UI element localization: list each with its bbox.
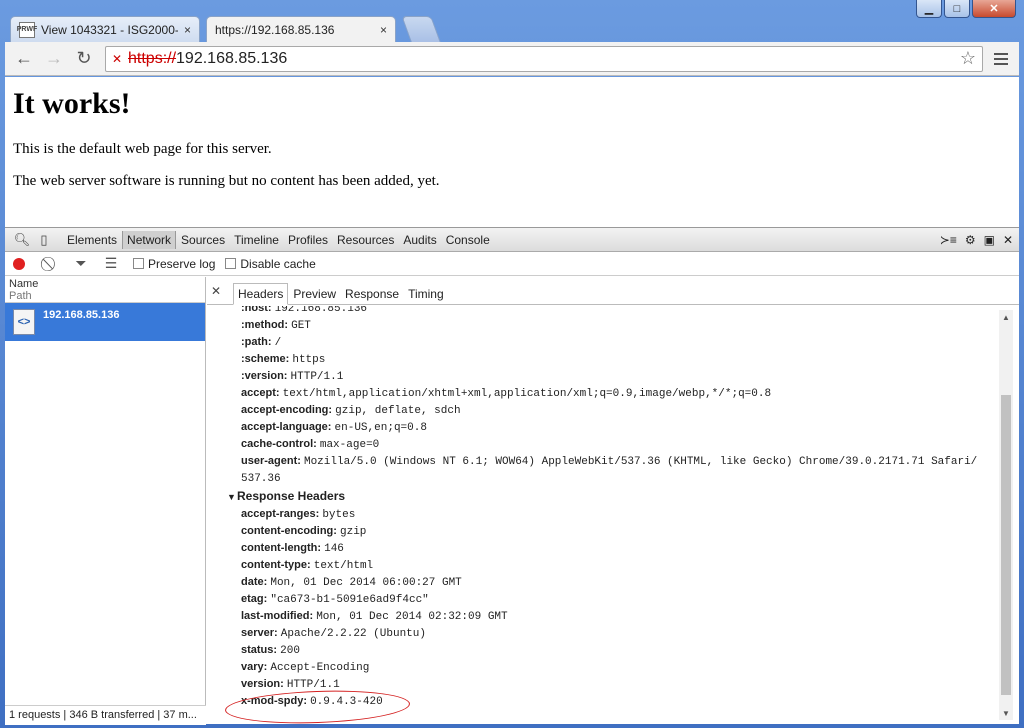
col-name-label: Name xyxy=(9,278,39,290)
close-devtools-icon[interactable]: ✕ xyxy=(1003,233,1013,247)
tab-title: View 1043321 - ISG2000-id xyxy=(41,22,178,37)
request-name: 192.168.85.136 xyxy=(43,309,120,321)
page-paragraph-2: The web server software is running but n… xyxy=(13,173,440,189)
header-row: status: 200 xyxy=(241,644,300,657)
disclosure-triangle-icon[interactable]: ▼ xyxy=(227,488,237,507)
header-row: user-agent: Mozilla/5.0 (Windows NT 6.1;… xyxy=(241,455,978,468)
tab-elements[interactable]: Elements xyxy=(63,231,121,249)
header-row: content-type: text/html xyxy=(241,559,374,572)
tab-view-1043321[interactable]: PRWF View 1043321 - ISG2000-id × xyxy=(10,16,200,42)
page-content: It works! This is the default web page f… xyxy=(5,77,1019,227)
tab-timing[interactable]: Timing xyxy=(404,284,448,304)
header-row: last-modified: Mon, 01 Dec 2014 02:32:09… xyxy=(241,610,508,623)
header-row: :version: HTTP/1.1 xyxy=(241,370,344,383)
header-row: :host: 192.168.85.136 xyxy=(241,306,368,315)
tab-preview[interactable]: Preview xyxy=(289,284,340,304)
response-headers-section[interactable]: ▼Response Headers xyxy=(227,487,997,506)
url-protocol: https:// xyxy=(128,49,177,67)
devtools-tab-bar: 🔍︎ ▯ Elements Network Sources Timeline P… xyxy=(5,228,1019,252)
url-host: 192.168.85.136 xyxy=(176,49,288,67)
header-row: server: Apache/2.2.22 (Ubuntu) xyxy=(241,627,426,640)
new-tab-button[interactable] xyxy=(401,16,441,42)
browser-window: ▁ □ ✕ PRWF View 1043321 - ISG2000-id × h… xyxy=(0,0,1024,728)
dock-side-icon[interactable]: ▣ xyxy=(984,233,995,247)
page-heading: It works! xyxy=(13,87,131,120)
reload-button[interactable]: ↻ xyxy=(71,46,97,72)
tab-timeline[interactable]: Timeline xyxy=(230,231,283,249)
tab-response[interactable]: Response xyxy=(341,284,403,304)
name-column-header[interactable]: Name Path xyxy=(5,277,205,303)
inspect-search-icon[interactable]: 🔍︎ xyxy=(11,230,33,250)
insecure-lock-icon[interactable]: ✕ xyxy=(112,52,126,66)
maximize-button[interactable]: □ xyxy=(944,0,970,18)
tab-headers[interactable]: Headers xyxy=(233,283,289,305)
header-row: content-encoding: gzip xyxy=(241,525,367,538)
console-drawer-icon[interactable]: ≻≡ xyxy=(940,233,957,247)
forward-button[interactable]: → xyxy=(41,46,67,72)
header-row: etag: "ca673-b1-5091e6ad9f4cc" xyxy=(241,593,429,606)
clear-icon[interactable]: ⃠ xyxy=(43,256,59,272)
header-row: accept: text/html,application/xhtml+xml,… xyxy=(241,387,772,400)
back-button[interactable]: ← xyxy=(11,46,37,72)
tab-console[interactable]: Console xyxy=(442,231,494,249)
tab-https-192-168-85-136[interactable]: https://192.168.85.136 × xyxy=(206,16,396,116)
disable-cache-checkbox[interactable] xyxy=(225,258,237,269)
header-row: content-length: 146 xyxy=(241,542,344,555)
header-row: cache-control: max-age=0 xyxy=(241,438,380,451)
tab-audits[interactable]: Audits xyxy=(399,231,440,249)
tab-resources[interactable]: Resources xyxy=(333,231,398,249)
disable-cache-label: Disable cache xyxy=(240,256,316,271)
window-controls: ▁ □ ✕ xyxy=(916,0,1016,18)
settings-gear-icon[interactable]: ⚙ xyxy=(965,233,976,247)
close-details-icon[interactable]: ✕ xyxy=(211,284,229,298)
request-list: Name Path <> 192.168.85.136 1 requests |… xyxy=(5,277,206,725)
tab-profiles[interactable]: Profiles xyxy=(284,231,332,249)
header-row: accept-encoding: gzip, deflate, sdch xyxy=(241,404,461,417)
header-row: :path: / xyxy=(241,336,282,349)
preserve-log-label: Preserve log xyxy=(148,256,216,271)
filter-icon[interactable]: ⏷ xyxy=(73,255,89,272)
header-row: :method: GET xyxy=(241,319,311,332)
prwf-favicon-icon: PRWF xyxy=(17,21,37,38)
request-details: ✕ Headers Preview Response Timing :host:… xyxy=(207,277,1019,725)
chrome-menu-icon[interactable] xyxy=(989,47,1013,71)
header-row: vary: Accept-Encoding xyxy=(241,661,370,674)
tab-close-icon[interactable]: × xyxy=(184,23,191,37)
minimize-button[interactable]: ▁ xyxy=(916,0,942,18)
devtools-panel: 🔍︎ ▯ Elements Network Sources Timeline P… xyxy=(5,227,1019,725)
tab-network[interactable]: Network xyxy=(122,230,177,249)
col-path-label: Path xyxy=(9,290,32,302)
details-tab-bar: ✕ Headers Preview Response Timing xyxy=(207,277,1019,305)
header-row: :scheme: https xyxy=(241,353,326,366)
tab-sources[interactable]: Sources xyxy=(177,231,229,249)
tab-close-icon[interactable]: × xyxy=(380,23,387,37)
vertical-scrollbar[interactable]: ▲ ▼ xyxy=(999,310,1013,720)
network-toolbar: ⃠ ⏷ ☰ Preserve log Disable cache xyxy=(5,252,1019,276)
header-row: accept-language: en-US,en;q=0.8 xyxy=(241,421,427,434)
header-row: accept-ranges: bytes xyxy=(241,508,356,521)
page-paragraph-1: This is the default web page for this se… xyxy=(13,141,272,157)
tab-strip: PRWF View 1043321 - ISG2000-id × https:/… xyxy=(10,16,442,116)
scroll-up-icon[interactable]: ▲ xyxy=(999,310,1013,324)
header-row-continuation: 537.36 xyxy=(241,473,281,485)
large-rows-icon[interactable]: ☰ xyxy=(103,255,119,272)
network-summary: 1 requests | 346 B transferred | 37 m... xyxy=(5,705,206,725)
tab-title: https://192.168.85.136 xyxy=(215,22,335,37)
browser-toolbar: ← → ↻ ✕ https:// 192.168.85.136 ☆ xyxy=(5,42,1019,76)
request-row[interactable]: <> 192.168.85.136 xyxy=(5,303,205,341)
bookmark-star-icon[interactable]: ☆ xyxy=(960,48,976,69)
close-window-button[interactable]: ✕ xyxy=(972,0,1016,18)
address-bar[interactable]: ✕ https:// 192.168.85.136 ☆ xyxy=(105,45,983,72)
html-document-icon: <> xyxy=(13,309,35,335)
preserve-log-checkbox[interactable] xyxy=(133,258,144,269)
record-icon[interactable] xyxy=(13,257,25,270)
device-mode-icon[interactable]: ▯ xyxy=(33,230,55,250)
header-row: date: Mon, 01 Dec 2014 06:00:27 GMT xyxy=(241,576,462,589)
scroll-down-icon[interactable]: ▼ xyxy=(999,706,1013,720)
headers-view: :host: 192.168.85.136 :method: GET :path… xyxy=(207,306,997,724)
scroll-thumb[interactable] xyxy=(1001,395,1011,695)
